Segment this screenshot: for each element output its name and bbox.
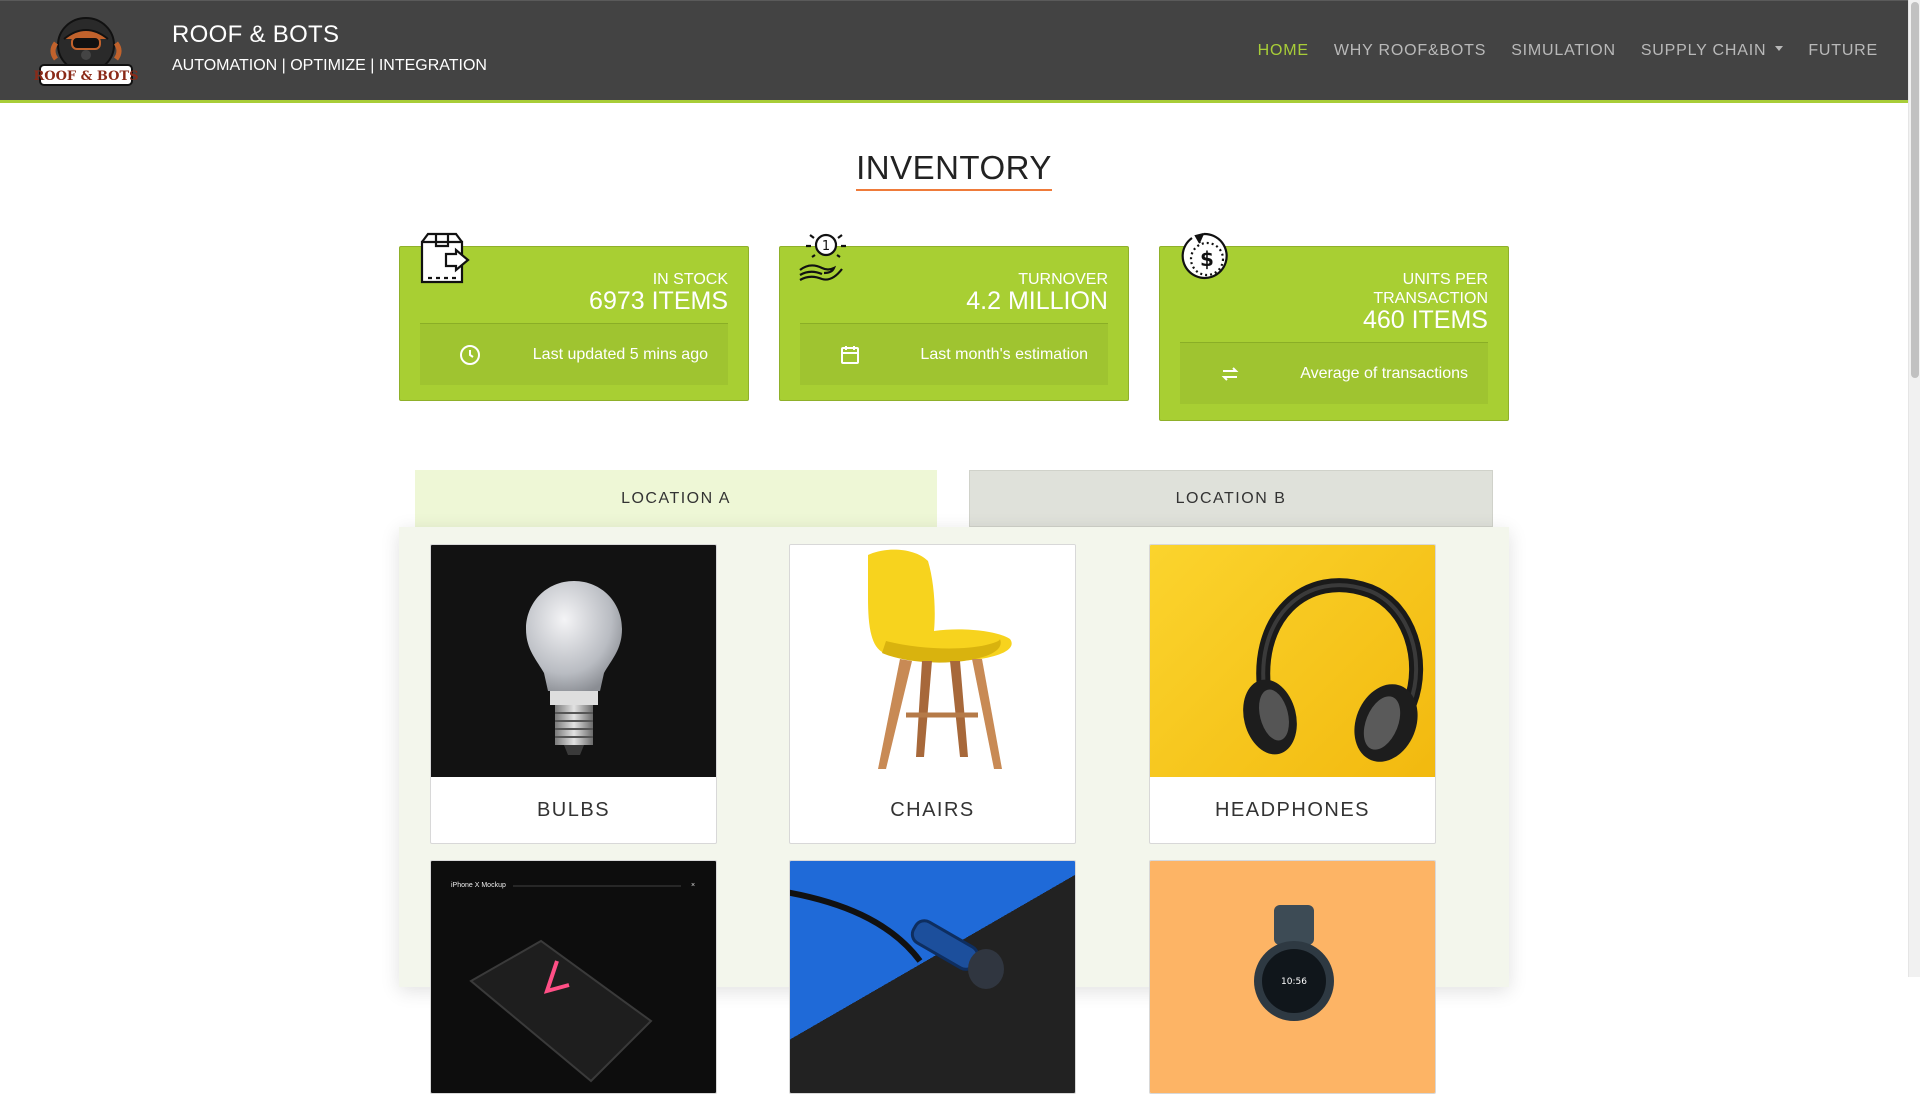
product-card-headphones[interactable]: HEADPHONES: [1149, 544, 1436, 844]
product-card-bulbs[interactable]: BULBS: [430, 544, 717, 844]
calendar-icon: [841, 346, 859, 364]
stat-value: 4.2 MILLION: [966, 287, 1108, 315]
stat-card-units-per-transaction: $ UNITS PER TRANSACTION 460 ITEMS Averag…: [1159, 232, 1509, 421]
phone-mockup-image: iPhone X Mockup ×: [431, 861, 716, 1093]
product-panel: BULBS CHAIRS HEADPHONES iPhone X Mockup …: [399, 527, 1509, 1094]
nav-home[interactable]: HOME: [1258, 42, 1309, 60]
smartwatch-image: 10:56: [1150, 861, 1435, 1093]
svg-text:10:56: 10:56: [1281, 977, 1307, 987]
scrollbar-thumb[interactable]: [1911, 2, 1919, 378]
stat-footer: Last month's estimation: [800, 323, 1108, 385]
product-card-smartwatch[interactable]: 10:56: [1149, 860, 1436, 1094]
stat-footer: Last updated 5 mins ago: [420, 323, 728, 385]
tab-location-b[interactable]: LOCATION B: [969, 470, 1493, 527]
stat-footer-text: Last updated 5 mins ago: [532, 346, 708, 363]
brand-title: ROOF & BOTS: [172, 21, 340, 48]
page-title-wrap: INVENTORY: [0, 149, 1908, 191]
nav-future[interactable]: FUTURE: [1808, 42, 1878, 60]
dollar-cycle-icon: $: [1181, 232, 1228, 280]
svg-text:×: ×: [691, 882, 695, 889]
swap-arrows-icon: [1221, 367, 1239, 381]
nav-supply-chain[interactable]: SUPPLY CHAIN: [1641, 42, 1784, 60]
stat-label: UNITS PER TRANSACTION: [1373, 270, 1488, 308]
main-nav: HOME WHY ROOF&BOTS SIMULATION SUPPLY CHA…: [1233, 42, 1878, 60]
stat-footer-text: Last month's estimation: [920, 346, 1088, 363]
stat-value: 460 ITEMS: [1362, 306, 1488, 334]
clock-icon: [460, 345, 480, 365]
stat-card-turnover: 1 TURNOVER 4.2 MILLION Last month's esti…: [779, 233, 1129, 401]
stat-footer-text: Average of transactions: [1300, 365, 1468, 382]
svg-text:iPhone X Mockup: iPhone X Mockup: [451, 882, 506, 889]
stat-value: 6973 ITEMS: [589, 287, 728, 315]
coin-hand-icon: 1: [799, 233, 846, 281]
stat-footer: Average of transactions: [1180, 342, 1488, 404]
page-scrollbar[interactable]: [1908, 0, 1920, 977]
svg-text:ROOF & BOTS: ROOF & BOTS: [34, 69, 138, 84]
tab-location-a[interactable]: LOCATION A: [415, 470, 937, 527]
product-name: HEADPHONES: [1214, 798, 1371, 821]
svg-text:$: $: [1200, 247, 1214, 271]
product-card-phone[interactable]: iPhone X Mockup ×: [430, 860, 717, 1094]
brand-subtitle: AUTOMATION | OPTIMIZE | INTEGRATION: [172, 57, 487, 74]
product-name: CHAIRS: [890, 798, 975, 821]
roof-and-bots-logo[interactable]: ROOF & BOTS: [34, 13, 138, 91]
product-card-chairs[interactable]: CHAIRS: [789, 544, 1076, 844]
earphones-image: [790, 861, 1075, 1093]
bulb-image: [431, 545, 716, 777]
nav-supply-chain-label: SUPPLY CHAIN: [1640, 42, 1767, 59]
product-card-earphones[interactable]: [789, 860, 1076, 1094]
chevron-down-icon: [1775, 46, 1784, 52]
stat-label-line1: UNITS PER: [1402, 271, 1488, 288]
headphones-image: [1150, 545, 1435, 777]
nav-why-roofbots[interactable]: WHY ROOF&BOTS: [1334, 42, 1486, 60]
box-arrow-icon: [420, 232, 470, 284]
stat-card-in-stock: IN STOCK 6973 ITEMS Last updated 5 mins …: [399, 232, 749, 401]
nav-simulation[interactable]: SIMULATION: [1511, 42, 1616, 60]
svg-text:1: 1: [822, 239, 830, 254]
chair-image: [790, 545, 1075, 777]
top-navbar: ROOF & BOTS ROOF & BOTS AUTOMATION | OPT…: [0, 0, 1908, 103]
page-title: INVENTORY: [856, 149, 1052, 191]
product-name: BULBS: [536, 798, 611, 821]
